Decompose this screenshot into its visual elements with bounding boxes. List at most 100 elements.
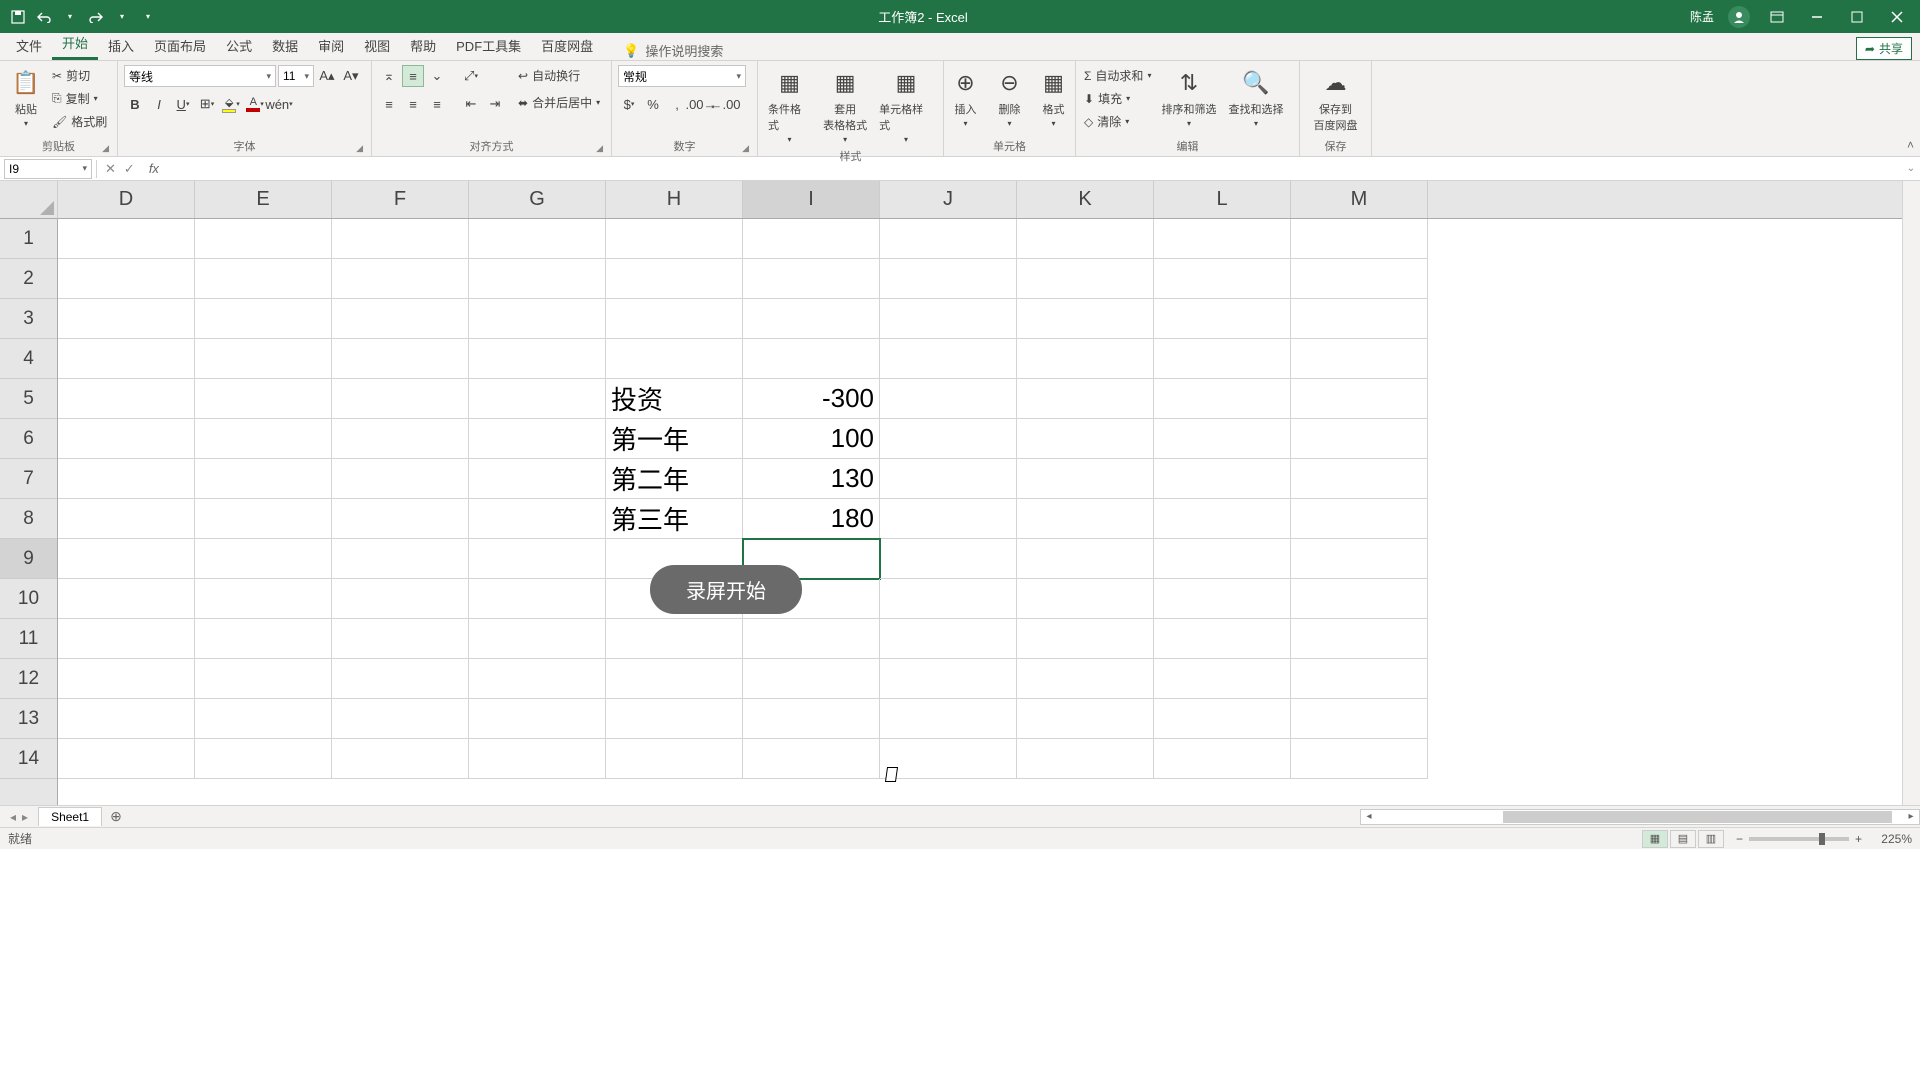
tab-review[interactable]: 审阅 [308,30,354,60]
cell-G14[interactable] [469,739,606,779]
save-baidu-button[interactable]: ☁保存到 百度网盘 [1310,65,1362,135]
cell-H3[interactable] [606,299,743,339]
row-header-6[interactable]: 6 [0,419,57,459]
cell-L11[interactable] [1154,619,1291,659]
cell-F2[interactable] [332,259,469,299]
cell-G3[interactable] [469,299,606,339]
sort-filter-button[interactable]: ⇅排序和筛选▾ [1157,65,1220,130]
row-header-10[interactable]: 10 [0,579,57,619]
row-header-7[interactable]: 7 [0,459,57,499]
tab-data[interactable]: 数据 [262,30,308,60]
cell-L3[interactable] [1154,299,1291,339]
cell-G9[interactable] [469,539,606,579]
cell-I2[interactable] [743,259,880,299]
cell-J12[interactable] [880,659,1017,699]
column-header-G[interactable]: G [469,181,606,218]
cell-K13[interactable] [1017,699,1154,739]
cell-L2[interactable] [1154,259,1291,299]
cell-E1[interactable] [195,219,332,259]
cell-I14[interactable] [743,739,880,779]
cell-K14[interactable] [1017,739,1154,779]
cell-J2[interactable] [880,259,1017,299]
cell-E2[interactable] [195,259,332,299]
hscroll-left-icon[interactable]: ◂ [1361,811,1377,822]
hscroll-right-icon[interactable]: ▸ [1903,811,1919,822]
cell-J9[interactable] [880,539,1017,579]
cell-L1[interactable] [1154,219,1291,259]
zoom-value[interactable]: 225% [1868,832,1912,846]
column-header-F[interactable]: F [332,181,469,218]
column-header-K[interactable]: K [1017,181,1154,218]
cell-L8[interactable] [1154,499,1291,539]
zoom-out-icon[interactable]: − [1736,832,1743,846]
cell-L13[interactable] [1154,699,1291,739]
cell-G12[interactable] [469,659,606,699]
sheet-next-icon[interactable]: ▸ [22,810,28,824]
cell-E10[interactable] [195,579,332,619]
cell-E3[interactable] [195,299,332,339]
format-cells-button[interactable]: ▦格式▾ [1034,65,1074,130]
cell-G8[interactable] [469,499,606,539]
cell-J8[interactable] [880,499,1017,539]
cell-M9[interactable] [1291,539,1428,579]
tab-help[interactable]: 帮助 [400,30,446,60]
conditional-format-button[interactable]: ▦条件格式▾ [764,65,815,146]
cell-M12[interactable] [1291,659,1428,699]
normal-view-icon[interactable]: ▦ [1642,830,1668,848]
cell-H14[interactable] [606,739,743,779]
number-format-combo[interactable]: 常规▾ [618,65,746,87]
cancel-formula-icon[interactable]: ✕ [105,161,116,177]
cell-I12[interactable] [743,659,880,699]
select-all-button[interactable] [0,181,58,219]
cell-K6[interactable] [1017,419,1154,459]
tell-me-search[interactable]: 💡 操作说明搜索 [623,41,723,60]
save-icon[interactable] [10,9,26,25]
cell-L7[interactable] [1154,459,1291,499]
fill-button[interactable]: ⬇填充▾ [1082,88,1153,109]
cell-M8[interactable] [1291,499,1428,539]
cell-E9[interactable] [195,539,332,579]
sheet-prev-icon[interactable]: ◂ [10,810,16,824]
cell-D8[interactable] [58,499,195,539]
table-format-button[interactable]: ▦套用 表格格式▾ [819,65,871,146]
cell-J7[interactable] [880,459,1017,499]
cell-E11[interactable] [195,619,332,659]
row-header-1[interactable]: 1 [0,219,57,259]
cell-L14[interactable] [1154,739,1291,779]
row-header-8[interactable]: 8 [0,499,57,539]
align-right-icon[interactable]: ≡ [426,93,448,115]
page-break-view-icon[interactable]: ▥ [1698,830,1724,848]
cell-L9[interactable] [1154,539,1291,579]
row-header-3[interactable]: 3 [0,299,57,339]
cell-E4[interactable] [195,339,332,379]
cell-M7[interactable] [1291,459,1428,499]
format-painter-button[interactable]: 🖌格式刷 [50,111,109,132]
font-launcher-icon[interactable]: ◢ [356,143,363,154]
tab-formulas[interactable]: 公式 [216,30,262,60]
fx-icon[interactable]: fx [143,161,165,176]
cell-E7[interactable] [195,459,332,499]
wrap-text-button[interactable]: ↩自动换行 [516,65,602,86]
cell-J5[interactable] [880,379,1017,419]
cell-D14[interactable] [58,739,195,779]
cell-E6[interactable] [195,419,332,459]
cell-K9[interactable] [1017,539,1154,579]
cell-L5[interactable] [1154,379,1291,419]
cell-G6[interactable] [469,419,606,459]
orientation-icon[interactable]: ⤢▾ [460,65,482,87]
row-header-14[interactable]: 14 [0,739,57,779]
cell-M10[interactable] [1291,579,1428,619]
cell-G7[interactable] [469,459,606,499]
cell-I4[interactable] [743,339,880,379]
copy-button[interactable]: ⎘复制▾ [50,88,109,109]
increase-font-icon[interactable]: A▴ [316,65,338,87]
cell-K1[interactable] [1017,219,1154,259]
cell-L6[interactable] [1154,419,1291,459]
sheet-nav[interactable]: ◂▸ [0,810,38,824]
tab-page-layout[interactable]: 页面布局 [144,30,216,60]
align-middle-icon[interactable]: ≡ [402,65,424,87]
align-bottom-icon[interactable]: ⌄ [426,65,448,87]
font-color-button[interactable]: A▾ [244,93,266,115]
cell-F4[interactable] [332,339,469,379]
insert-cells-button[interactable]: ⊕插入▾ [946,65,986,130]
